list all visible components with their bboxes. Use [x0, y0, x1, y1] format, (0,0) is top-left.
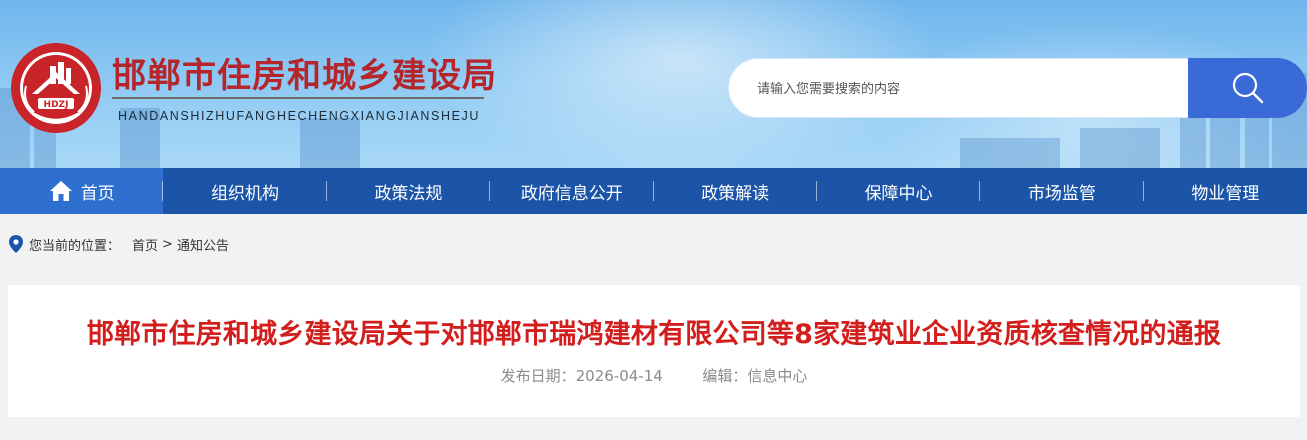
- editor-label: 编辑：: [702, 367, 748, 385]
- title-divider: [112, 97, 484, 99]
- breadcrumb-label: 您当前的位置：: [29, 238, 121, 254]
- site-header: HDZJ 邯郸市住房和城乡建设局 HANDANSHIZHUFANGHECHENG…: [0, 0, 1307, 168]
- nav-label: 市场监管: [1027, 183, 1096, 204]
- nav-item-gov-info[interactable]: 政府信息公开: [490, 168, 654, 214]
- logo-text: HDZJ: [44, 100, 69, 110]
- breadcrumb-home-link[interactable]: 首页: [132, 235, 158, 254]
- publish-date: 2026-04-14: [575, 367, 663, 385]
- nav-label: 政策解读: [701, 183, 770, 204]
- breadcrumb-current-link[interactable]: 通知公告: [177, 235, 229, 254]
- nav-item-policies[interactable]: 政策法规: [327, 168, 491, 214]
- article-meta: 发布日期：2026-04-14 编辑：信息中心: [8, 365, 1300, 386]
- search-box: [728, 58, 1190, 118]
- editor-name: 信息中心: [747, 367, 808, 385]
- breadcrumb: 您当前的位置： 首页 > 通知公告: [0, 214, 1307, 274]
- search-button[interactable]: [1188, 58, 1307, 118]
- nav-label: 政策法规: [374, 183, 443, 204]
- search-input[interactable]: [757, 77, 1157, 99]
- date-label: 发布日期：: [500, 367, 576, 385]
- home-icon: [49, 180, 73, 202]
- logo-emblem-icon[interactable]: HDZJ: [10, 42, 102, 134]
- nav-label: 政府信息公开: [520, 183, 623, 204]
- article-card: 邯郸市住房和城乡建设局关于对邯郸市瑞鸿建材有限公司等8家建筑业企业资质核查情况的…: [8, 285, 1300, 417]
- nav-item-market-supervision[interactable]: 市场监管: [980, 168, 1144, 214]
- nav-label: 物业管理: [1191, 183, 1260, 204]
- site-subtitle: HANDANSHIZHUFANGHECHENGXIANGJIANSHEJU: [118, 109, 481, 123]
- main-nav: 首页 组织机构 政策法规 政府信息公开 政策解读 保障中心 市场监管 物业管理: [0, 168, 1307, 214]
- article-title: 邯郸市住房和城乡建设局关于对邯郸市瑞鸿建材有限公司等8家建筑业企业资质核查情况的…: [86, 319, 1222, 350]
- nav-label: 首页: [80, 183, 115, 204]
- nav-item-organization[interactable]: 组织机构: [163, 168, 327, 214]
- nav-label: 保障中心: [864, 183, 933, 204]
- search-icon: [1232, 72, 1263, 104]
- nav-label: 组织机构: [211, 183, 280, 204]
- nav-item-policy-interpretation[interactable]: 政策解读: [654, 168, 817, 214]
- breadcrumb-separator: >: [162, 236, 173, 252]
- nav-item-property-management[interactable]: 物业管理: [1144, 168, 1307, 214]
- nav-item-home[interactable]: 首页: [0, 168, 164, 214]
- site-title: 邯郸市住房和城乡建设局: [112, 56, 497, 96]
- nav-item-security-center[interactable]: 保障中心: [817, 168, 981, 214]
- location-pin-icon: [9, 235, 23, 253]
